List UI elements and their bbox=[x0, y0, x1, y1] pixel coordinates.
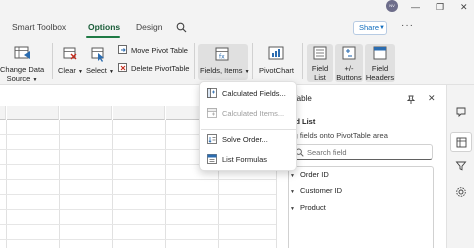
expand-icon[interactable]: ▼ bbox=[290, 204, 300, 214]
select-label: Select bbox=[86, 66, 107, 75]
svg-text:fx: fx bbox=[219, 54, 225, 61]
field-label: Product bbox=[300, 203, 326, 212]
plus-minus-icon bbox=[342, 46, 356, 60]
column-header[interactable] bbox=[60, 106, 112, 120]
field-headers-label-1: Field bbox=[371, 64, 389, 73]
comments-icon[interactable] bbox=[455, 106, 467, 118]
pivot-fields-icon bbox=[456, 137, 467, 148]
ribbon-separator bbox=[194, 43, 195, 79]
menu-item-label: Calculated Fields... bbox=[222, 89, 286, 98]
change-data-source-label-1: Change Data bbox=[0, 65, 45, 74]
fields-items-label-row: Fields, Items ▼ bbox=[200, 66, 250, 77]
delete-pivot-table-icon bbox=[118, 63, 127, 72]
grid-line bbox=[6, 120, 7, 248]
clear-icon bbox=[63, 47, 77, 60]
select-button[interactable]: Select ▼ bbox=[86, 66, 114, 77]
fields-items-label: Fields, Items bbox=[200, 66, 243, 75]
fields-items-menu: Calculated Fields... Calculated Items...… bbox=[199, 81, 297, 171]
menu-item-calculated-fields[interactable]: Calculated Fields... bbox=[206, 85, 292, 103]
pivot-chart-icon bbox=[268, 46, 284, 60]
menu-item-solve-order[interactable]: Solve Order... bbox=[206, 131, 292, 149]
menu-item-label: Calculated Items... bbox=[222, 109, 285, 118]
list-item[interactable]: ▼ Customer ID bbox=[290, 186, 342, 197]
list-formulas-icon bbox=[207, 154, 217, 164]
field-headers-label: Field Headers bbox=[365, 64, 395, 82]
minimize-icon[interactable]: — bbox=[411, 1, 420, 13]
move-pivot-table-button[interactable]: Move Pivot Table bbox=[131, 46, 188, 55]
title-bar: NV — ❐ ✕ bbox=[0, 0, 474, 14]
clear-label: Clear bbox=[58, 66, 76, 75]
grid-line bbox=[165, 120, 166, 248]
tab-design[interactable]: Design bbox=[136, 21, 162, 33]
close-icon[interactable]: ✕ bbox=[460, 1, 468, 13]
select-all-corner[interactable] bbox=[0, 106, 6, 120]
calculated-item-icon bbox=[207, 108, 217, 118]
close-pane-icon[interactable]: ✕ bbox=[428, 93, 436, 104]
grid-line bbox=[0, 194, 276, 195]
field-headers-icon bbox=[373, 46, 387, 60]
field-search-box[interactable] bbox=[290, 144, 433, 160]
menu-item-calculated-items: Calculated Items... bbox=[206, 105, 292, 123]
delete-pivot-table-button[interactable]: Delete PivotTable bbox=[131, 64, 189, 73]
ribbon-separator bbox=[302, 43, 303, 79]
restore-icon[interactable]: ❐ bbox=[436, 1, 444, 13]
field-label: Customer ID bbox=[300, 186, 343, 195]
chevron-down-icon: ▼ bbox=[379, 25, 385, 31]
grid-line bbox=[112, 120, 113, 248]
field-list-label: Field List bbox=[307, 64, 333, 82]
chevron-down-icon: ▼ bbox=[244, 69, 250, 75]
chevron-down-icon: ▼ bbox=[108, 69, 114, 75]
change-data-source-button[interactable]: Change Data Source ▼ bbox=[0, 65, 44, 85]
menu-item-label: Solve Order... bbox=[222, 135, 268, 144]
expand-icon[interactable]: ▼ bbox=[290, 171, 300, 181]
share-label: Share bbox=[359, 23, 380, 32]
grid-line bbox=[0, 209, 276, 210]
menu-divider bbox=[201, 129, 297, 130]
pivot-table-pane-toggle[interactable] bbox=[450, 132, 472, 152]
move-pivot-table-icon bbox=[118, 45, 127, 54]
expand-icon[interactable]: ▼ bbox=[290, 187, 300, 197]
list-item[interactable]: ▼ Product bbox=[290, 203, 326, 214]
grid-line bbox=[0, 239, 276, 240]
pivot-chart-button[interactable]: PivotChart bbox=[259, 66, 294, 75]
column-header[interactable] bbox=[7, 106, 59, 120]
tab-smart-toolbox[interactable]: Smart Toolbox bbox=[12, 21, 66, 33]
grid-line bbox=[0, 179, 276, 180]
field-list-label-2: List bbox=[314, 73, 326, 82]
search-icon[interactable] bbox=[176, 22, 187, 33]
chevron-down-icon: ▼ bbox=[78, 69, 83, 75]
field-list-icon bbox=[313, 46, 327, 60]
change-data-source-icon bbox=[14, 46, 30, 59]
plus-minus-buttons-label: +/- Buttons bbox=[334, 64, 364, 82]
column-header[interactable] bbox=[113, 106, 165, 120]
plus-minus-label-1: +/- bbox=[344, 64, 354, 73]
grid-line bbox=[0, 224, 276, 225]
grid-line bbox=[59, 120, 60, 248]
field-list-instructions: rag fields onto PivotTable area bbox=[287, 131, 388, 140]
plus-minus-label-2: Buttons bbox=[336, 73, 362, 82]
menu-item-label: List Formulas bbox=[222, 155, 268, 164]
field-list-label-1: Field bbox=[311, 64, 329, 73]
fields-items-icon: fx bbox=[215, 47, 229, 61]
menu-item-list-formulas[interactable]: List Formulas bbox=[206, 151, 292, 169]
field-headers-label-2: Headers bbox=[365, 73, 395, 82]
ribbon-separator bbox=[252, 43, 253, 79]
clear-button[interactable]: Clear ▼ bbox=[58, 66, 83, 77]
active-tab-indicator bbox=[86, 36, 120, 38]
settings-icon[interactable] bbox=[455, 186, 467, 198]
solve-order-icon bbox=[207, 134, 217, 144]
select-icon bbox=[91, 47, 104, 62]
pin-icon[interactable] bbox=[406, 95, 416, 105]
filter-icon[interactable] bbox=[455, 160, 467, 172]
share-button[interactable]: Share ▼ bbox=[353, 21, 387, 35]
field-label: Order ID bbox=[300, 170, 329, 179]
calculated-field-icon bbox=[207, 88, 217, 98]
ribbon-separator bbox=[52, 43, 53, 79]
tab-options[interactable]: Options bbox=[88, 21, 120, 33]
avatar[interactable]: NV bbox=[386, 0, 398, 12]
search-field-input[interactable] bbox=[307, 147, 427, 158]
more-options-icon[interactable]: ··· bbox=[401, 20, 414, 31]
list-item[interactable]: ▼ Order ID bbox=[290, 170, 329, 181]
